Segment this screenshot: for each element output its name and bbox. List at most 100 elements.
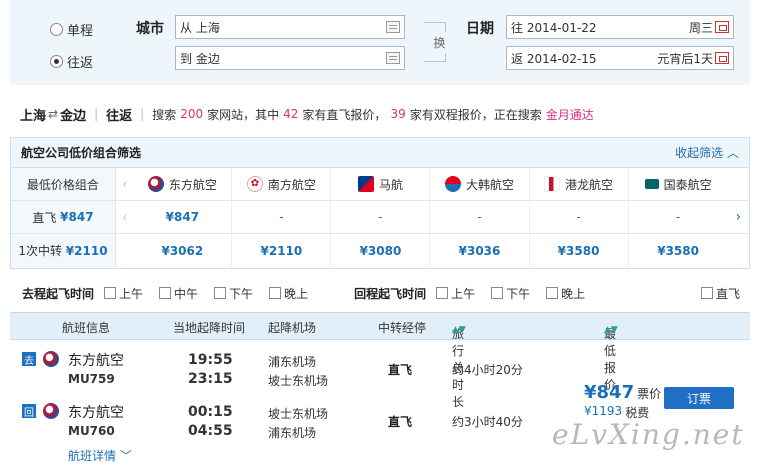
option-label: 下午 (506, 286, 531, 301)
city-list-icon[interactable] (386, 21, 400, 33)
row-label[interactable]: 1次中转 ¥2110 (11, 234, 116, 267)
row-label[interactable]: 直飞 ¥847 (11, 201, 116, 233)
airline-name: 马航 (378, 177, 403, 192)
price-cell[interactable]: ¥2110 (232, 234, 332, 267)
city-list-icon[interactable] (386, 52, 400, 64)
price-value: ¥2110 (260, 243, 303, 258)
from-city-input[interactable]: 从 上海 (175, 15, 405, 39)
to-city-value: 到 金边 (180, 51, 220, 66)
sort-icon: ▲▼ (604, 325, 618, 335)
price-value: - (675, 210, 681, 224)
option-label: 晚上 (284, 286, 309, 301)
price-cell[interactable]: ¥3062 (133, 234, 233, 267)
airline-price-grid: 最低价格组合 ‹ 东方航空 ✿ 南方航空 马航 大韩航空 港龙航空 国泰航空 直飞… (11, 168, 749, 267)
to-city-input[interactable]: 到 金边 (175, 46, 405, 70)
roundtrip-count: 39 (390, 107, 406, 121)
price-value: ¥3062 (161, 243, 204, 258)
time-filter: 去程起飞时间 上午 中午 下午 晚上 回程起飞时间 上午 下午 晚上 直飞 (10, 280, 750, 306)
book-button[interactable]: 订票 (664, 387, 734, 409)
divider: | (94, 107, 99, 121)
airline-col-5[interactable]: 国泰航空 (629, 168, 728, 200)
one-way-option[interactable]: 单程 (50, 20, 93, 39)
price-cell[interactable]: ¥847 (133, 201, 233, 233)
price-value: ¥847 (584, 382, 635, 403)
return-afternoon-option[interactable]: 下午 (491, 285, 530, 302)
round-trip-option[interactable]: 往返 (50, 52, 93, 71)
price-value: - (477, 210, 482, 224)
flight-number: MU760 (68, 424, 115, 438)
dragonair-logo-icon (544, 176, 561, 192)
airline-col-1[interactable]: ✿ 南方航空 (232, 168, 332, 200)
city-label: 城市 (136, 21, 164, 37)
total-price: ¥847 票价 (584, 382, 661, 403)
airline-col-2[interactable]: 马航 (331, 168, 431, 200)
scroll-right-icon[interactable]: › (728, 201, 749, 233)
checkbox[interactable] (700, 287, 713, 299)
depart-weekday: 周三 (688, 20, 713, 35)
return-date-input[interactable]: 返 2014-02-15 元宵后1天 (506, 46, 734, 70)
price-value: ¥3080 (359, 243, 402, 258)
duration: 约3小时40分 (452, 415, 523, 429)
checkbox[interactable] (159, 287, 172, 299)
col-airport: 起降机场 (268, 321, 317, 335)
scroll-left-icon[interactable]: ‹ (116, 168, 133, 200)
arrive-airport: 坡士东机场 (268, 374, 329, 388)
price-suffix: 票价 (637, 387, 662, 401)
calendar-icon[interactable] (715, 52, 729, 64)
checkbox[interactable] (214, 287, 227, 299)
summary-text: 家网站，其中 (207, 107, 280, 122)
outbound-morning-option[interactable]: 上午 (104, 285, 143, 302)
collapse-label: 收起筛选 (675, 146, 724, 160)
filter-title: 航空公司低价组合筛选 (21, 146, 142, 160)
search-summary: 上海 ⇄ 金边 | 往返 | 搜索 200 家网站，其中 42 家有直飞报价， … (10, 96, 750, 132)
return-evening-option[interactable]: 晚上 (546, 285, 585, 302)
row-min-price: ¥847 (60, 210, 94, 224)
collapse-filter-button[interactable]: 收起筛选 ︿ (675, 144, 739, 161)
scroll-left-icon[interactable]: ‹ (116, 201, 133, 233)
airline-col-4[interactable]: 港龙航空 (530, 168, 629, 200)
checkbox[interactable] (104, 287, 117, 299)
detail-label: 航班详情 (68, 449, 117, 463)
outbound-afternoon-option[interactable]: 下午 (214, 285, 253, 302)
swap-cities-button[interactable]: 换 (424, 22, 446, 62)
checkbox[interactable] (491, 287, 504, 299)
return-time-label: 回程起飞时间 (354, 286, 427, 301)
flight-details-link[interactable]: 航班详情 ﹀ (68, 447, 132, 464)
price-cell[interactable]: ¥3080 (331, 234, 431, 267)
outbound-noon-option[interactable]: 中午 (159, 285, 198, 302)
korean-air-logo-icon (445, 176, 461, 192)
malaysia-airlines-logo-icon (357, 176, 374, 192)
round-trip-label: 往返 (67, 56, 94, 71)
direct-only-option[interactable]: 直飞 (700, 285, 740, 302)
from-city-value: 从 上海 (180, 20, 220, 35)
scroll-right-spacer (728, 234, 749, 267)
option-label: 直飞 (715, 286, 740, 301)
option-label: 中午 (174, 286, 199, 301)
airline-name: 东方航空 (168, 177, 217, 192)
airline-name: 国泰航空 (663, 177, 712, 192)
price-cell[interactable]: ¥3580 (629, 234, 728, 267)
scroll-right-icon[interactable] (728, 168, 749, 200)
checkbox[interactable] (546, 287, 559, 299)
round-trip-radio[interactable] (50, 55, 63, 68)
return-morning-option[interactable]: 上午 (436, 285, 475, 302)
checkbox[interactable] (269, 287, 282, 299)
one-way-radio[interactable] (50, 23, 63, 36)
depart-time: 19:55 (188, 352, 233, 368)
arrive-time: 23:15 (188, 371, 233, 387)
airline-col-3[interactable]: 大韩航空 (430, 168, 530, 200)
calendar-icon[interactable] (715, 21, 729, 33)
outbound-evening-option[interactable]: 晚上 (269, 285, 308, 302)
duration: 约4小时20分 (452, 363, 523, 377)
grid-header-label: 最低价格组合 (11, 168, 116, 200)
results-header: 航班信息 当地起降时间 起降机场 中转经停 旅行总时长 ▲▼ 最低报价 ▲▼ (10, 312, 750, 409)
price-cell[interactable]: ¥3580 (530, 234, 629, 267)
route-from: 上海 (20, 108, 47, 124)
checkbox[interactable] (436, 287, 449, 299)
price-value: ¥3580 (657, 243, 699, 258)
outbound-badge: 去 (22, 352, 36, 367)
airline-col-0[interactable]: 东方航空 (133, 168, 233, 200)
depart-date-input[interactable]: 往 2014-01-22 周三 (506, 15, 734, 39)
airline-header-row: 最低价格组合 ‹ 东方航空 ✿ 南方航空 马航 大韩航空 港龙航空 国泰航空 (11, 168, 749, 201)
price-cell[interactable]: ¥3036 (430, 234, 530, 267)
